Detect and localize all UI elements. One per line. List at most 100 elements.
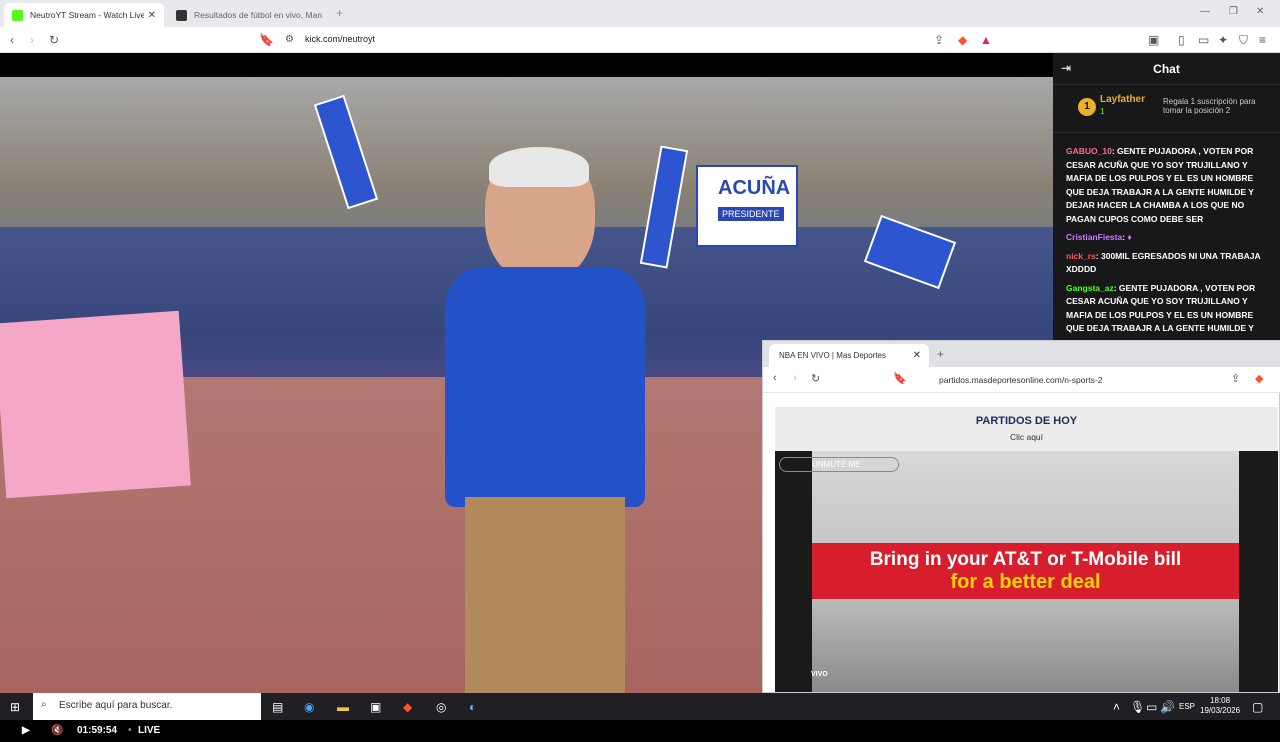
video-ad[interactable]: Bring in your AT&T or T-Mobile bill for …	[775, 451, 1278, 692]
vpn-icon[interactable]: ⛉	[1239, 33, 1248, 48]
play-icon[interactable]: ▶	[22, 725, 30, 736]
chat-message: CristianFiesta: ♦	[1066, 232, 1132, 242]
tab-kick[interactable]: NeutroYT Stream - Watch Live o ✕	[4, 3, 164, 27]
emote-icon: ♦	[1127, 232, 1132, 242]
windows-start-icon[interactable]: ⊞	[10, 700, 20, 714]
chat-message: Gangsta_az: GENTE PUJADORA , VOTEN POR C…	[1066, 282, 1256, 334]
bookmark-icon[interactable]: 🔖	[893, 372, 907, 385]
unmute-button[interactable]: UNMUTE ME	[779, 457, 899, 472]
wallet-icon[interactable]: ▭	[1198, 33, 1209, 47]
chat-message: GABUO_10: GENTE PUJADORA , VOTEN POR CES…	[1066, 146, 1254, 224]
rank-badge: 1	[1078, 98, 1096, 116]
site-info-icon[interactable]: ⚙	[285, 34, 294, 45]
pinned-count: 1	[1100, 107, 1105, 116]
click-here-link[interactable]: Clic aquí	[775, 432, 1278, 442]
chat-username[interactable]: nick_rs	[1066, 251, 1096, 261]
search-icon: ⌕	[41, 699, 47, 710]
reader-icon[interactable]: ▣	[1148, 33, 1159, 47]
brave-rewards-icon[interactable]: ▲	[980, 33, 992, 47]
live-dot-icon: •	[128, 725, 132, 736]
brave-shields-icon[interactable]: ◆	[958, 33, 967, 47]
reload-icon[interactable]: ↻	[49, 33, 59, 47]
reload-icon[interactable]: ↻	[811, 372, 820, 385]
new-tab-icon[interactable]: +	[336, 6, 343, 20]
search-placeholder: Escribe aquí para buscar.	[59, 700, 173, 711]
chat-message: nick_rs: 300MIL EGRESADOS NI UNA TRABAJA…	[1066, 250, 1261, 275]
brave-taskbar-icon[interactable]: ◆	[403, 700, 412, 714]
new-tab-icon[interactable]: +	[937, 347, 944, 361]
pip-address-bar: ‹ › ↻ 🔖 partidos.masdeportesonline.com/n…	[763, 367, 1280, 393]
elapsed-time: 01:59:54	[77, 725, 118, 736]
back-icon[interactable]: ‹	[10, 33, 14, 47]
chat-messages: GABUO_10: GENTE PUJADORA , VOTEN POR CES…	[1066, 145, 1272, 341]
network-icon[interactable]: ▭	[1146, 700, 1157, 714]
copilot-icon[interactable]: ◉	[304, 700, 314, 714]
live-label[interactable]: LIVE	[138, 725, 160, 736]
share-icon[interactable]: ⇪	[934, 33, 944, 47]
secondary-browser-window: NBA EN VIVO | Mas Deportes ✕ + ‹ › ↻ 🔖 p…	[762, 340, 1280, 693]
bookmark-icon[interactable]: 🔖	[259, 33, 274, 47]
task-view-icon[interactable]: ▤	[272, 700, 283, 714]
close-tab-icon[interactable]: ✕	[148, 10, 156, 21]
minimize-icon[interactable]: —	[1200, 6, 1210, 17]
url-field[interactable]: partidos.masdeportesonline.com/n-sports-…	[939, 375, 1102, 385]
volume-icon[interactable]: 🔊	[1160, 700, 1175, 714]
forward-icon[interactable]: ›	[30, 33, 34, 47]
banner-role: PRESIDENTE	[718, 207, 784, 221]
pinned-gift-leaderboard: 1 Layfather 1 Regala 1 suscripción para …	[1053, 85, 1280, 133]
pip-tab-bar: NBA EN VIVO | Mas Deportes ✕ +	[763, 341, 1280, 367]
forward-icon[interactable]: ›	[793, 372, 797, 384]
gift-prompt[interactable]: Regala 1 suscripción para tomar la posic…	[1163, 97, 1273, 115]
chat-text: GENTE PUJADORA , VOTEN POR CESAR ACUÑA Q…	[1066, 146, 1254, 224]
share-icon[interactable]: ⇪	[1231, 372, 1240, 385]
tray-expand-icon[interactable]: ˄	[1113, 700, 1120, 714]
tab-resultados[interactable]: Resultados de fútbol en vivo, Marcad	[168, 3, 330, 27]
player-controls: ▶ 🔇 01:59:54 • LIVE	[0, 720, 762, 742]
ad-banner: Bring in your AT&T or T-Mobile bill for …	[812, 543, 1239, 599]
pip-tab[interactable]: NBA EN VIVO | Mas Deportes ✕	[769, 344, 929, 367]
url-field[interactable]: kick.com/neutroyt	[305, 34, 375, 44]
mute-icon[interactable]: 🔇	[51, 725, 63, 736]
file-explorer-icon[interactable]: ▬	[337, 700, 349, 714]
vivo-badge: VIVO	[811, 671, 828, 678]
clock-time: 18:08	[1210, 696, 1231, 705]
notifications-icon[interactable]: ▢	[1252, 700, 1263, 714]
chat-username[interactable]: Gangsta_az	[1066, 283, 1114, 293]
store-icon[interactable]: ▣	[370, 700, 381, 714]
close-tab-icon[interactable]: ✕	[913, 350, 921, 361]
chat-username[interactable]: CristianFiesta	[1066, 232, 1122, 242]
ad-line-1: Bring in your AT&T or T-Mobile bill	[869, 549, 1182, 570]
chat-header: ⇥ Chat	[1053, 53, 1280, 85]
page-favicon-icon	[176, 9, 187, 21]
browser-tab-bar: NeutroYT Stream - Watch Live o ✕ Resulta…	[0, 0, 1280, 27]
pip-tab-title: NBA EN VIVO | Mas Deportes	[779, 351, 887, 360]
speaker-image	[445, 147, 645, 693]
app-icon[interactable]: ◎	[436, 700, 446, 714]
menu-icon[interactable]: ≡	[1259, 33, 1266, 47]
clock[interactable]: 18:08 19/03/2026	[1200, 696, 1240, 716]
chat-username[interactable]: GABUO_10	[1066, 146, 1112, 156]
pip-page: PARTIDOS DE HOY Clic aquí Bring in your …	[775, 407, 1278, 692]
kick-favicon-icon	[12, 9, 23, 21]
pinned-user[interactable]: Layfather	[1100, 94, 1145, 105]
banner-name: ACUÑA	[718, 177, 791, 199]
close-window-icon[interactable]: ✕	[1256, 6, 1264, 17]
sidebar-icon[interactable]: ▯	[1178, 33, 1185, 47]
tab-title: Resultados de fútbol en vivo, Marcad	[194, 10, 322, 20]
brave-shields-icon[interactable]: ◆	[1255, 372, 1263, 385]
mic-icon[interactable]: 🎙	[1130, 700, 1145, 714]
page-heading[interactable]: PARTIDOS DE HOY	[775, 415, 1278, 427]
campaign-banner: ACUÑA PRESIDENTE	[696, 165, 798, 247]
chat-title: Chat	[1153, 62, 1180, 76]
back-icon[interactable]: ‹	[773, 372, 777, 384]
leo-ai-icon[interactable]: ✦	[1218, 33, 1228, 47]
maximize-icon[interactable]: ❐	[1229, 6, 1238, 17]
steam-icon[interactable]: ◐	[469, 700, 476, 714]
chat-text: 300MIL EGRESADOS NI UNA TRABAJA XDDDD	[1066, 250, 1261, 275]
address-bar: ‹ › ↻ 🔖 ⚙ kick.com/neutroyt ⇪ ◆ ▲ ▣ ▯ ▭ …	[0, 27, 1280, 53]
pink-sign-image	[0, 310, 191, 499]
language-indicator[interactable]: ESP	[1179, 702, 1195, 711]
taskbar-search[interactable]: ⌕ Escribe aquí para buscar.	[33, 693, 261, 720]
taskbar: ⊞ ⌕ Escribe aquí para buscar. ▤ ◉ ▬ ▣ ◆ …	[0, 693, 1280, 720]
tab-title: NeutroYT Stream - Watch Live o	[30, 10, 144, 20]
